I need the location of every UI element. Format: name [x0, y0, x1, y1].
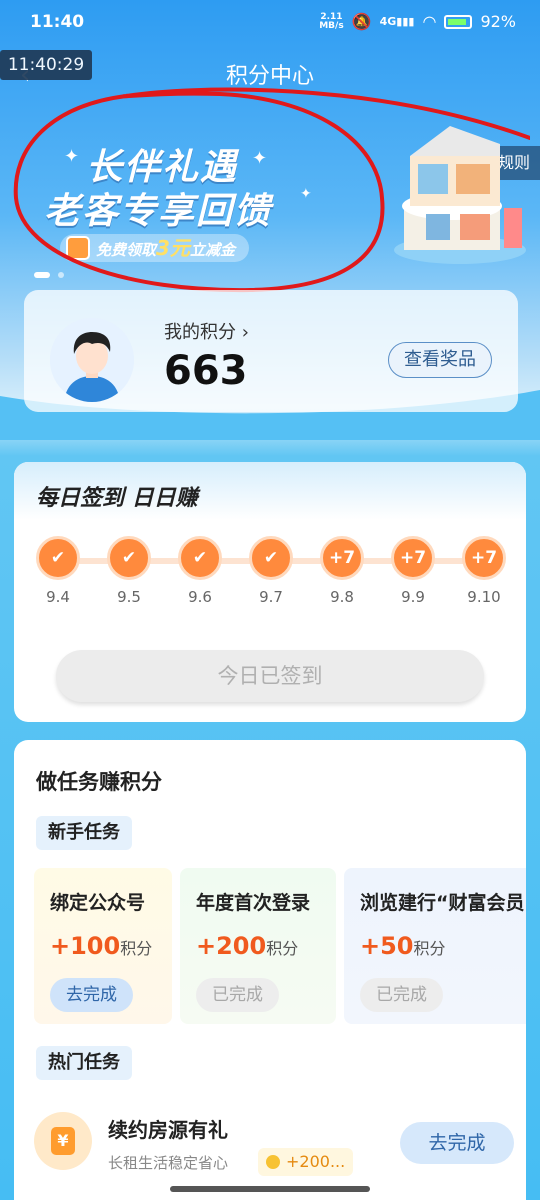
- hot-tasks-tag: 热门任务: [36, 1046, 132, 1080]
- signin-reward: +7: [391, 536, 435, 580]
- tasks-title: 做任务赚积分: [36, 770, 162, 794]
- my-points-link[interactable]: 我的积分 ›: [164, 318, 249, 344]
- view-prizes-button[interactable]: 查看奖品: [388, 342, 492, 378]
- status-bar: 11:40 2.11 MB/s 🔕 4G▮▮▮ ◠ 92%: [0, 0, 540, 44]
- task-name: 绑定公众号: [50, 892, 146, 914]
- go-complete-button[interactable]: 去完成: [50, 978, 133, 1012]
- battery-icon: [444, 14, 473, 29]
- signin-day-date: 9.8: [330, 588, 354, 606]
- task-points: +100积分: [50, 932, 153, 960]
- coins-icon: [266, 1155, 280, 1169]
- signin-day: ✔ 9.7: [247, 536, 295, 606]
- check-icon: ✔: [36, 536, 80, 580]
- task-name: 浏览建行“财富会员: [360, 892, 525, 914]
- task-points: +200积分: [196, 932, 299, 960]
- newbie-task-card: 年度首次登录 +200积分 已完成: [180, 868, 336, 1024]
- my-points-card: 我的积分 › 663 查看奖品: [24, 290, 518, 412]
- signin-reward: +7: [320, 536, 364, 580]
- signin-reward: +7: [462, 536, 506, 580]
- completed-button: 已完成: [196, 978, 279, 1012]
- signin-title: 每日签到 日日赚: [36, 486, 198, 511]
- signin-day: ✔ 9.4: [34, 536, 82, 606]
- status-time: 11:40: [30, 12, 85, 32]
- hot-task-item: ¥ 续约房源有礼 长租生活稳定省心 +200... 去完成: [34, 1112, 514, 1192]
- signin-day: +7 9.8: [318, 536, 366, 606]
- completed-button: 已完成: [360, 978, 443, 1012]
- net-speed: 2.11 MB/s: [319, 11, 344, 31]
- points-value: 663: [164, 348, 248, 394]
- signin-day-date: 9.4: [46, 588, 70, 606]
- signin-day: +7 9.9: [389, 536, 437, 606]
- signin-day: ✔ 9.6: [176, 536, 224, 606]
- signin-day-date: 9.7: [259, 588, 283, 606]
- newbie-task-card: 浏览建行“财富会员 +50积分 已完成: [344, 868, 526, 1024]
- signed-in-today-button[interactable]: 今日已签到: [56, 650, 484, 702]
- battery-level: 92%: [480, 12, 516, 31]
- signin-day-date: 9.5: [117, 588, 141, 606]
- newbie-tasks-tag: 新手任务: [36, 816, 132, 850]
- mute-icon: 🔕: [351, 12, 372, 31]
- check-icon: ✔: [249, 536, 293, 580]
- signal-icon: 4G▮▮▮: [379, 15, 415, 28]
- wifi-icon: ◠: [422, 12, 437, 31]
- daily-signin-card: 每日签到 日日赚 ✔ 9.4 ✔ 9.5 ✔ 9.6 ✔ 9.7 +7 9.8 …: [14, 462, 526, 722]
- signin-day-date: 9.6: [188, 588, 212, 606]
- home-indicator[interactable]: [170, 1186, 370, 1192]
- yuan-coin-icon: ¥: [34, 1112, 92, 1170]
- newbie-task-list[interactable]: 绑定公众号 +100积分 去完成 年度首次登录 +200积分 已完成 浏览建行“…: [34, 868, 526, 1028]
- task-name: 年度首次登录: [196, 892, 311, 914]
- newbie-task-card: 绑定公众号 +100积分 去完成: [34, 868, 172, 1024]
- signin-day: +7 9.10: [460, 536, 508, 606]
- hot-task-points: +200...: [258, 1148, 354, 1176]
- check-icon: ✔: [178, 536, 222, 580]
- signin-day: ✔ 9.5: [105, 536, 153, 606]
- tasks-card: 做任务赚积分 新手任务 绑定公众号 +100积分 去完成 年度首次登录 +200…: [14, 740, 526, 1200]
- signin-day-date: 9.10: [467, 588, 501, 606]
- hot-task-desc: 长租生活稳定省心: [108, 1154, 229, 1172]
- avatar: [50, 318, 134, 402]
- go-complete-button[interactable]: 去完成: [400, 1122, 514, 1164]
- hot-task-name: 续约房源有礼: [108, 1118, 228, 1142]
- signin-days: ✔ 9.4 ✔ 9.5 ✔ 9.6 ✔ 9.7 +7 9.8 +7 9.9 +7…: [34, 536, 514, 606]
- signin-day-date: 9.9: [401, 588, 425, 606]
- check-icon: ✔: [107, 536, 151, 580]
- red-hand-drawn-circle-annotation: [13, 87, 530, 293]
- task-points: +50积分: [360, 932, 446, 960]
